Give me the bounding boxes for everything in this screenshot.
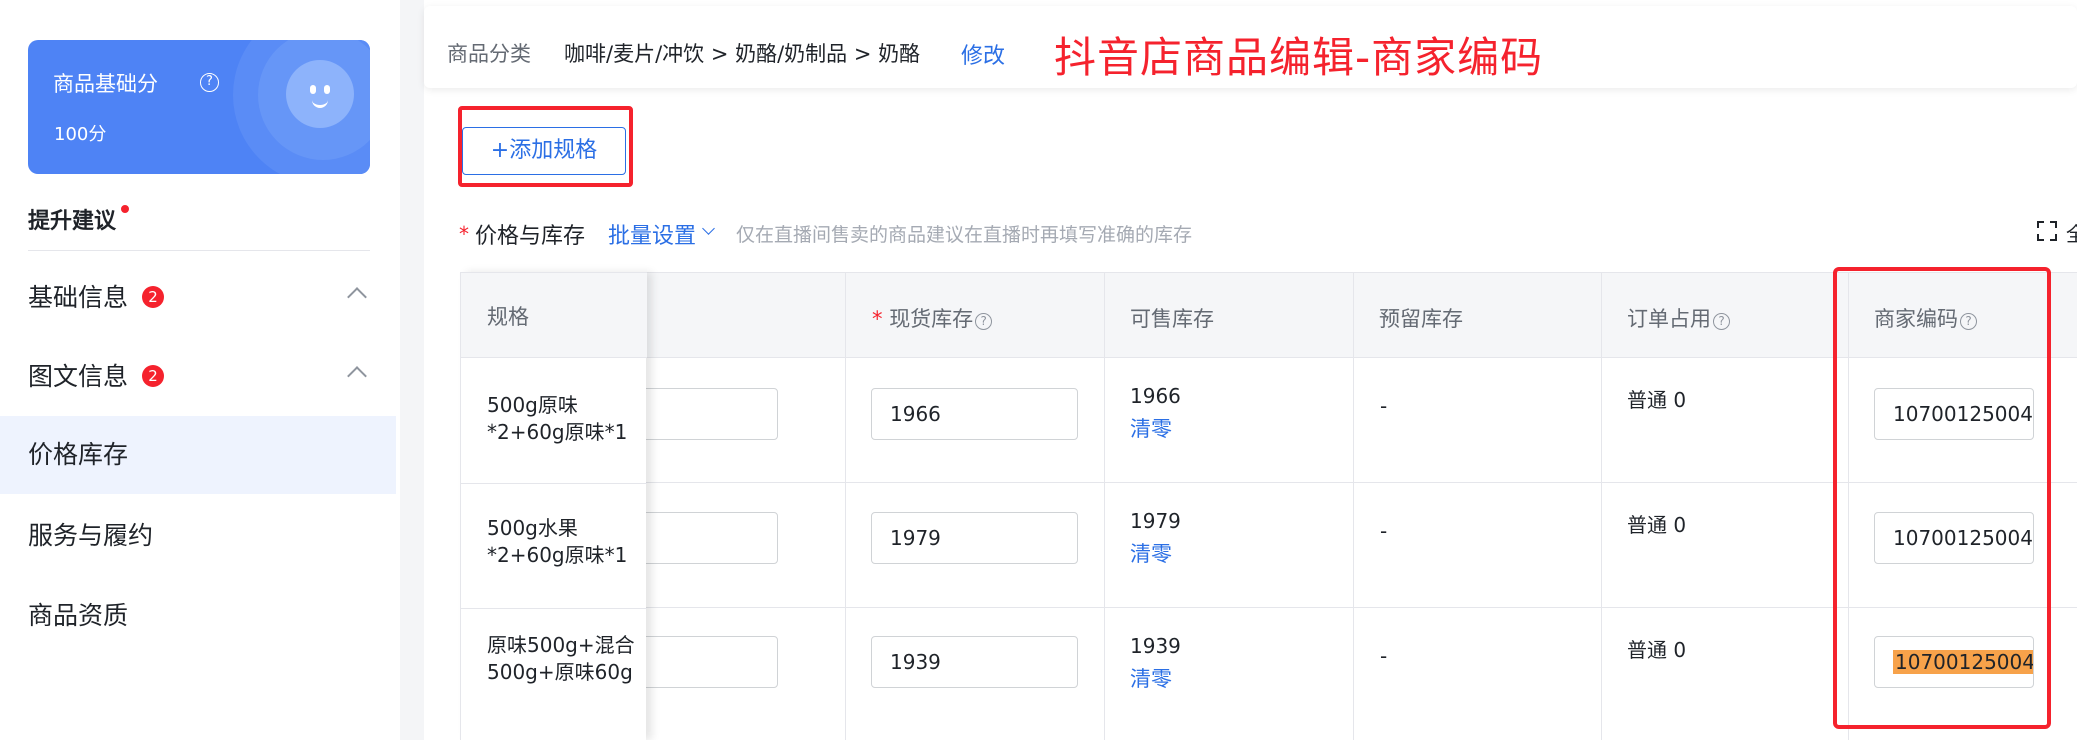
spec-cell: 500g水果*2+60g原味*1 — [487, 516, 628, 567]
spec-cell: 500g原味*2+60g原味*1 — [487, 393, 628, 444]
stock-input[interactable]: 1979 — [871, 512, 1078, 564]
header-spec: 规格 — [461, 272, 647, 358]
sidebar-item-qualification[interactable]: 商品资质 — [0, 577, 396, 655]
sidebar-item-service[interactable]: 服务与履约 — [0, 497, 396, 575]
row-divider — [461, 608, 647, 609]
sidebar-item-label: 基础信息 — [28, 283, 129, 312]
count-badge: 2 — [142, 365, 164, 387]
order-value: 普通 0 — [1627, 638, 1687, 662]
reserved-value: - — [1380, 644, 1388, 668]
sellable-value: 1979 — [1130, 509, 1181, 533]
app-root: 商品基础分 ? 100分 提升建议 基础信息 2 图文信息 2 价格库存 服务与… — [0, 0, 2077, 740]
count-badge: 2 — [142, 286, 164, 308]
category-label: 商品分类 — [447, 42, 531, 66]
suggest-title[interactable]: 提升建议 — [28, 203, 116, 235]
column-divider — [1353, 272, 1354, 740]
score-card[interactable]: 商品基础分 ? 100分 — [28, 40, 370, 174]
clear-link[interactable]: 清零 — [1130, 413, 1172, 443]
order-value: 普通 0 — [1627, 513, 1687, 537]
score-value: 100分 — [54, 124, 107, 145]
smiley-icon — [286, 60, 354, 128]
divider — [28, 250, 370, 251]
annotation-highlight-box — [1833, 267, 2051, 729]
sidebar-item-media-info[interactable]: 图文信息 2 — [0, 338, 396, 416]
category-breadcrumb: 咖啡/麦片/冲饮 > 奶酪/奶制品 > 奶酪 — [564, 42, 921, 66]
required-star: * — [459, 222, 469, 246]
header-reserved: 预留库存 — [1379, 307, 1463, 331]
category-bar: 商品分类 咖啡/麦片/冲饮 > 奶酪/奶制品 > 奶酪 修改 抖音店商品编辑-商… — [424, 6, 2077, 88]
header-label: 订单占用 — [1627, 307, 1711, 331]
stock-input[interactable]: 1939 — [871, 636, 1078, 688]
chevron-up-icon[interactable] — [347, 366, 367, 386]
header-sellable: 可售库存 — [1130, 307, 1214, 331]
reserved-value: - — [1380, 519, 1388, 543]
add-spec-button[interactable]: +添加规格 — [462, 127, 626, 175]
sidebar-item-basic-info[interactable]: 基础信息 2 — [0, 259, 396, 337]
sellable-value: 1939 — [1130, 634, 1181, 658]
clear-link[interactable]: 清零 — [1130, 663, 1172, 693]
spec-cell: 原味500g+混合500g+原味60g — [487, 633, 635, 684]
notification-dot — [121, 205, 129, 213]
sellable-value: 1966 — [1130, 384, 1181, 408]
header-order: 订单占用? — [1627, 303, 1730, 333]
score-title: 商品基础分 — [53, 72, 158, 96]
eye — [310, 85, 316, 94]
row-divider — [461, 483, 647, 484]
header-stock: * 现货库存? — [872, 303, 993, 333]
column-divider — [845, 272, 846, 740]
order-value: 普通 0 — [1627, 388, 1687, 412]
help-icon[interactable]: ? — [975, 313, 993, 330]
chevron-up-icon[interactable] — [347, 287, 367, 307]
batch-settings-dropdown[interactable]: 批量设置 — [608, 218, 696, 250]
spec-column: 规格 500g原味*2+60g原味*1 500g水果*2+60g原味*1 原味5… — [460, 272, 647, 740]
reserved-value: - — [1380, 394, 1388, 418]
header-label: 现货库存 — [889, 307, 974, 331]
annotation-title: 抖音店商品编辑-商家编码 — [1054, 33, 1544, 82]
sidebar-item-label: 服务与履约 — [28, 521, 154, 550]
sidebar-item-label: 图文信息 — [28, 362, 129, 391]
fullscreen-icon[interactable] — [2036, 220, 2058, 242]
sidebar-item-price-stock[interactable]: 价格库存 — [0, 416, 396, 494]
edit-category-link[interactable]: 修改 — [961, 38, 1005, 70]
help-icon[interactable]: ? — [1713, 313, 1730, 330]
mouth — [312, 100, 328, 108]
stock-input[interactable]: 1966 — [871, 388, 1078, 440]
help-icon[interactable]: ? — [200, 73, 219, 92]
fullscreen-label[interactable]: 全 — [2066, 218, 2077, 247]
sidebar-item-label: 价格库存 — [28, 440, 129, 469]
column-divider — [1601, 272, 1602, 740]
eye — [324, 85, 330, 94]
sidebar: 商品基础分 ? 100分 提升建议 基础信息 2 图文信息 2 价格库存 服务与… — [0, 0, 400, 740]
column-divider — [1104, 272, 1105, 740]
clear-link[interactable]: 清零 — [1130, 538, 1172, 568]
section-hint: 仅在直播间售卖的商品建议在直播时再填写准确的库存 — [736, 224, 1193, 246]
sidebar-item-label: 商品资质 — [28, 601, 129, 630]
header-label: 规格 — [487, 305, 529, 329]
section-title: 价格与库存 — [475, 224, 586, 249]
